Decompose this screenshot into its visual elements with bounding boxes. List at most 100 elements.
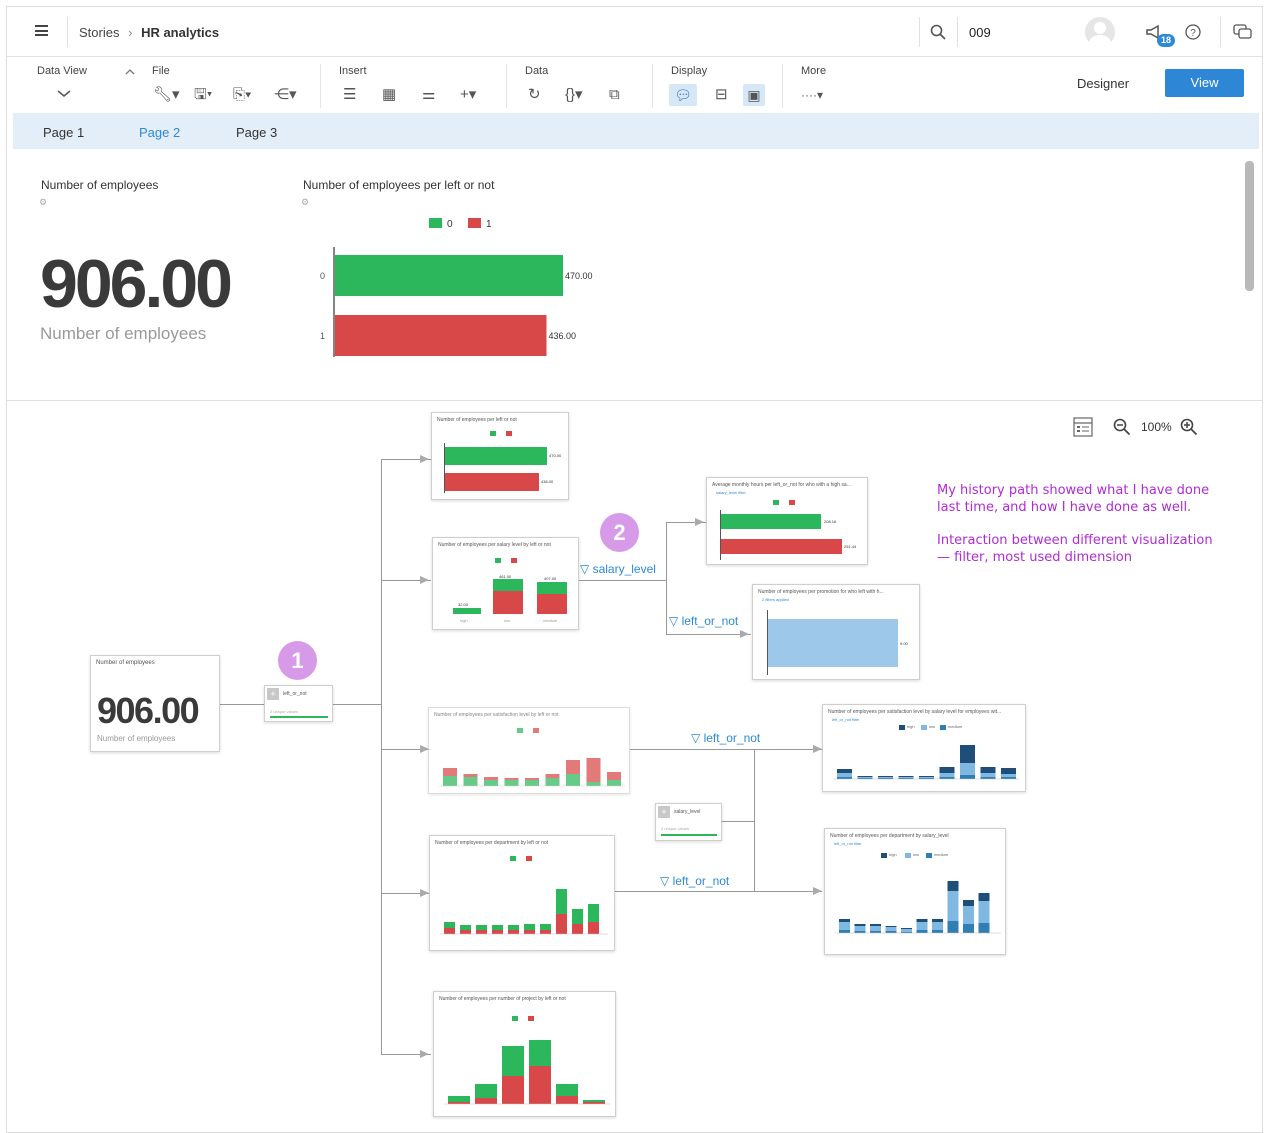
mini-chart-department[interactable]: Number of employees per department by le… bbox=[429, 835, 615, 951]
bar-segment bbox=[540, 924, 551, 930]
filter-controls-icon[interactable]: ⚌ bbox=[422, 86, 435, 104]
bar-label: 251.44 bbox=[844, 544, 857, 549]
bar-segment bbox=[475, 1098, 497, 1104]
hamburger-icon[interactable] bbox=[35, 25, 48, 36]
arrow-icon bbox=[420, 576, 429, 584]
bar-segment bbox=[839, 922, 850, 930]
legend-swatch bbox=[533, 728, 539, 733]
share-icon[interactable]: ⋲▾ bbox=[274, 86, 297, 104]
bar-segment bbox=[916, 922, 928, 930]
bar-segment bbox=[572, 909, 583, 924]
step-marker-1: 1 bbox=[278, 641, 317, 680]
zoom-out-icon[interactable] bbox=[1113, 418, 1131, 436]
view-button[interactable]: View bbox=[1165, 69, 1244, 97]
calendar-icon[interactable] bbox=[1073, 415, 1093, 437]
bar-label: 436.00 bbox=[541, 479, 554, 484]
wrench-icon[interactable]: 🔧︎▾ bbox=[153, 86, 180, 104]
bar-segment bbox=[525, 780, 539, 786]
tab-page-3[interactable]: Page 3 bbox=[236, 125, 277, 140]
insert-label: Insert bbox=[339, 65, 367, 77]
connector bbox=[666, 634, 751, 635]
mini-chart-satisfaction[interactable]: Number of employees per satisfaction lev… bbox=[428, 707, 630, 794]
mini-chart-projects[interactable]: Number of employees per number of projec… bbox=[433, 991, 616, 1117]
chevron-down-icon[interactable] bbox=[57, 90, 71, 98]
legend-swatch bbox=[789, 500, 795, 505]
bar-segment bbox=[901, 929, 912, 932]
layout-icon[interactable]: ⊟ bbox=[715, 86, 728, 104]
divider bbox=[67, 17, 68, 47]
bar-segment bbox=[583, 1100, 605, 1102]
add-icon[interactable]: +▾ bbox=[460, 86, 476, 104]
refresh-icon[interactable]: ↻ bbox=[528, 86, 541, 104]
bar-segment bbox=[448, 1102, 470, 1104]
chart-insert-icon[interactable]: ☰ bbox=[343, 86, 356, 104]
breadcrumb-current: HR analytics bbox=[141, 25, 220, 40]
help-icon[interactable]: ? bbox=[1185, 24, 1201, 40]
bar-segment bbox=[980, 767, 996, 773]
bar-segment bbox=[556, 914, 567, 934]
search-input[interactable]: 009 bbox=[969, 25, 991, 40]
bar-segment bbox=[898, 776, 914, 777]
copy-icon[interactable]: ⎘▾ bbox=[233, 86, 251, 104]
bar-segment bbox=[978, 893, 990, 901]
mini-chart-title: Number of employees per department by le… bbox=[435, 840, 549, 846]
bar-segment bbox=[960, 763, 975, 775]
tab-page-1[interactable]: Page 1 bbox=[43, 125, 84, 140]
filter-applied: left_or_not filter bbox=[834, 841, 862, 846]
bar-segment bbox=[885, 926, 897, 927]
filter-node-left-or-not[interactable]: + left_or_not 2 unique values bbox=[264, 685, 333, 722]
bar-stack-high bbox=[453, 608, 481, 614]
bar-segment bbox=[854, 924, 866, 926]
legend-swatch bbox=[940, 725, 946, 730]
bar-segment bbox=[586, 758, 601, 782]
filter-applied: salary_level filter bbox=[716, 490, 746, 495]
mini-chart-satisfaction-salary[interactable]: Number of employees per satisfaction lev… bbox=[822, 704, 1026, 792]
filter-node-sub: 3 unique values bbox=[661, 826, 690, 831]
bar-segment bbox=[556, 889, 567, 914]
bar-stack-low bbox=[493, 591, 523, 614]
tab-page-2[interactable]: Page 2 bbox=[139, 125, 180, 140]
zoom-in-icon[interactable] bbox=[1180, 418, 1198, 436]
filter-icon: ▽ bbox=[669, 614, 682, 628]
filter-node-salary-level[interactable]: + salary_level 3 unique values bbox=[655, 803, 722, 841]
card-value: 906.00 bbox=[97, 690, 200, 731]
save-icon[interactable]: 🖫▾ bbox=[194, 86, 212, 104]
divider bbox=[320, 64, 321, 108]
mini-chart-title: Average monthly hours per left_or_not fo… bbox=[712, 482, 851, 488]
comment-icon[interactable]: 💬︎ bbox=[669, 84, 697, 106]
legend-swatch bbox=[899, 725, 905, 730]
table-insert-icon[interactable]: ▦ bbox=[382, 86, 396, 104]
arrow-icon bbox=[813, 887, 822, 895]
legend-swatch bbox=[495, 558, 501, 563]
bar-0 bbox=[721, 514, 821, 529]
chart-title: Number of employees per left or not bbox=[303, 178, 495, 192]
mini-chart-title: Number of employees per satisfaction lev… bbox=[828, 709, 1002, 715]
mini-chart-promotion[interactable]: Number of employees per promotion for wh… bbox=[752, 584, 920, 680]
history-kpi-card[interactable]: Number of employees 906.00 Number of emp… bbox=[90, 655, 220, 752]
avatar[interactable] bbox=[1085, 17, 1115, 47]
divider bbox=[652, 64, 653, 108]
mini-chart-salary-level[interactable]: Number of employees per salary level by … bbox=[432, 537, 579, 630]
chevron-up-icon[interactable] bbox=[125, 69, 135, 75]
search-icon[interactable] bbox=[930, 24, 946, 40]
bar-segment bbox=[444, 928, 455, 934]
copy-data-icon[interactable]: ⧉ bbox=[609, 86, 620, 104]
breadcrumb-stories[interactable]: Stories bbox=[79, 25, 119, 40]
bar-label: 32.00 bbox=[458, 602, 469, 607]
bar-segment bbox=[443, 768, 457, 776]
connector bbox=[721, 821, 754, 822]
more-options-button[interactable]: ····▾ bbox=[801, 86, 823, 104]
satisfaction-bars bbox=[439, 758, 625, 787]
designer-button[interactable]: Designer bbox=[1077, 76, 1129, 91]
data-view-label[interactable]: Data View bbox=[37, 65, 87, 77]
bar-segment bbox=[978, 901, 990, 923]
arrow-icon bbox=[695, 518, 704, 526]
mini-chart-left-or-not[interactable]: Number of employees per left or not 470.… bbox=[431, 412, 569, 500]
mini-chart-avg-hours[interactable]: Average monthly hours per left_or_not fo… bbox=[706, 477, 868, 565]
formula-icon[interactable]: {}▾ bbox=[565, 86, 583, 104]
mini-chart-department-salary[interactable]: Number of employees per department by sa… bbox=[824, 828, 1006, 955]
panel-icon[interactable]: ▣ bbox=[743, 84, 765, 106]
legend-swatch bbox=[921, 725, 927, 730]
vertical-scrollbar[interactable] bbox=[1245, 161, 1254, 291]
chat-icon[interactable] bbox=[1233, 24, 1253, 40]
